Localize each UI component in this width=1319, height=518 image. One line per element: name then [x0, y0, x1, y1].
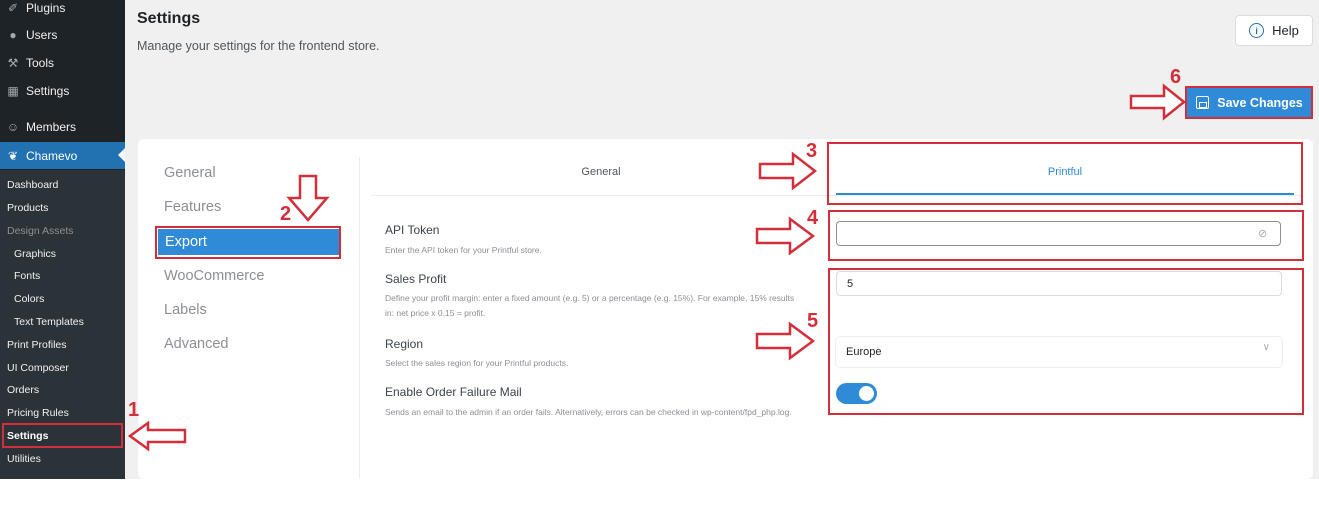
submenu-utilities[interactable]: Utilities — [7, 449, 41, 469]
highlight-box-4 — [828, 210, 1304, 261]
screenshot-root: ✐ Plugins ● Users ⚒ Tools ▦ Settings ☺ M… — [0, 0, 1319, 518]
settings-nav-woocommerce[interactable]: WooCommerce — [164, 263, 264, 289]
highlight-box-1 — [2, 423, 123, 448]
submenu-ui-composer[interactable]: UI Composer — [7, 358, 69, 378]
wrench-icon: ⚒ — [7, 56, 19, 70]
settings-nav-labels[interactable]: Labels — [164, 297, 207, 323]
sales-profit-desc: Define your profit margin: enter a fixed… — [385, 293, 795, 318]
submenu-text-templates[interactable]: Text Templates — [14, 312, 84, 332]
highlight-box-5 — [828, 268, 1304, 415]
sidebar-item-chamevo[interactable]: ❦ Chamevo — [0, 142, 125, 169]
admin-sidebar: ✐ Plugins ● Users ⚒ Tools ▦ Settings ☺ M… — [0, 0, 125, 479]
api-token-label: API Token — [385, 223, 440, 237]
order-failure-mail-label: Enable Order Failure Mail — [385, 385, 522, 399]
page-subtitle: Manage your settings for the frontend st… — [137, 39, 380, 53]
help-button[interactable]: i Help — [1235, 15, 1313, 46]
highlight-box-3 — [827, 142, 1303, 205]
order-failure-mail-desc: Sends an email to the admin if an order … — [385, 407, 792, 417]
submenu-fonts[interactable]: Fonts — [14, 266, 40, 286]
submenu-products[interactable]: Products — [7, 198, 48, 218]
bottom-margin — [0, 479, 1319, 518]
region-desc: Select the sales region for your Printfu… — [385, 358, 569, 368]
highlight-box-2 — [155, 226, 341, 259]
annotation-number-5: 5 — [807, 310, 819, 332]
chamevo-icon: ❦ — [7, 148, 19, 163]
sales-profit-label: Sales Profit — [385, 272, 447, 286]
nav-divider — [359, 157, 360, 479]
api-token-desc: Enter the API token for your Printful st… — [385, 245, 542, 255]
users-icon: ● — [9, 28, 17, 42]
annotation-number-4: 4 — [807, 207, 819, 229]
submenu-design-assets: Design Assets — [7, 225, 74, 237]
submenu-dashboard[interactable]: Dashboard — [7, 175, 58, 195]
info-icon: i — [1249, 23, 1265, 38]
annotation-number-3: 3 — [806, 140, 818, 162]
sidebar-item-tools[interactable]: ⚒ Tools — [0, 50, 125, 76]
sidebar-item-users[interactable]: ● Users — [0, 22, 125, 48]
submenu-orders[interactable]: Orders — [7, 380, 39, 400]
sidebar-item-plugins[interactable]: ✐ Plugins — [0, 0, 125, 21]
tab-general[interactable]: General — [371, 166, 831, 178]
settings-nav-features[interactable]: Features — [164, 194, 221, 220]
settings-icon: ▦ — [7, 84, 19, 98]
annotation-number-6: 6 — [1170, 66, 1182, 88]
highlight-box-6 — [1185, 86, 1313, 119]
region-label: Region — [385, 337, 424, 351]
annotation-number-2: 2 — [280, 203, 292, 225]
annotation-number-1: 1 — [128, 399, 140, 421]
members-icon: ☺ — [6, 120, 20, 134]
sidebar-item-settings[interactable]: ▦ Settings — [0, 78, 125, 104]
submenu-graphics[interactable]: Graphics — [14, 244, 56, 264]
settings-nav-general[interactable]: General — [164, 160, 216, 186]
submenu-print-profiles[interactable]: Print Profiles — [7, 335, 67, 355]
submenu-pricing-rules[interactable]: Pricing Rules — [7, 403, 69, 423]
submenu-colors[interactable]: Colors — [14, 289, 44, 309]
page-title: Settings — [137, 10, 201, 27]
sidebar-item-members[interactable]: ☺ Members — [0, 114, 125, 140]
plugin-icon: ✐ — [7, 1, 19, 15]
settings-nav-advanced[interactable]: Advanced — [164, 331, 229, 357]
